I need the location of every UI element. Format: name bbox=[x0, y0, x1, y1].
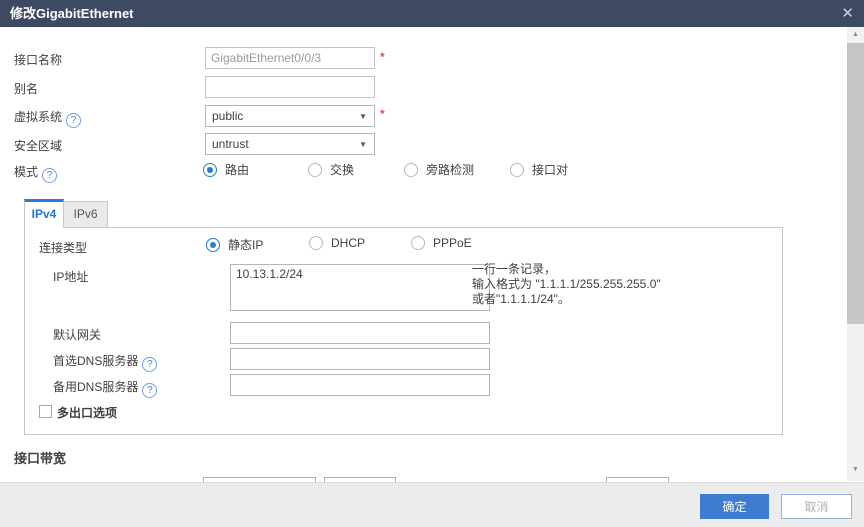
multi-exit-checkbox[interactable] bbox=[39, 405, 52, 418]
ipv4-panel: 连接类型 静态IP DHCP PPPoE IP地址 10.13.1.2/24 一… bbox=[24, 227, 783, 435]
virtual-system-required-mark: * bbox=[380, 107, 385, 121]
modify-interface-dialog: 修改GigabitEthernet ✕ 接口名称 * 别名 虚拟系统? publ… bbox=[0, 0, 864, 527]
scroll-up-icon[interactable]: ▲ bbox=[847, 27, 864, 42]
mode-radio-route[interactable]: 路由 bbox=[203, 161, 249, 178]
virtual-system-label: 虚拟系统? bbox=[14, 108, 81, 128]
ip-address-textarea[interactable]: 10.13.1.2/24 bbox=[230, 264, 490, 311]
ip-address-label: IP地址 bbox=[53, 268, 88, 285]
connection-type-option-label: PPPoE bbox=[433, 236, 472, 250]
secondary-dns-input[interactable] bbox=[230, 374, 490, 396]
connection-type-radio-dhcp[interactable]: DHCP bbox=[309, 236, 365, 250]
cancel-button[interactable]: 取消 bbox=[781, 494, 852, 519]
primary-dns-input[interactable] bbox=[230, 348, 490, 370]
security-zone-select[interactable]: untrust ▼ bbox=[205, 133, 375, 155]
connection-type-option-label: 静态IP bbox=[228, 236, 263, 253]
virtual-system-value: public bbox=[212, 109, 243, 123]
mode-option-label: 接口对 bbox=[532, 161, 568, 178]
dialog-footer: 确定 取消 bbox=[0, 482, 864, 527]
dialog-title: 修改GigabitEthernet bbox=[10, 0, 134, 27]
secondary-dns-label: 备用DNS服务器? bbox=[53, 378, 157, 398]
ok-button[interactable]: 确定 bbox=[700, 494, 769, 519]
dropdown-arrow-icon: ▼ bbox=[359, 112, 367, 121]
tab-ipv6[interactable]: IPv6 bbox=[63, 201, 108, 227]
radio-unselected-icon bbox=[308, 163, 322, 177]
mode-option-label: 路由 bbox=[225, 161, 249, 178]
close-icon[interactable]: ✕ bbox=[841, 0, 854, 27]
radio-unselected-icon bbox=[510, 163, 524, 177]
bandwidth-section-title: 接口带宽 bbox=[14, 448, 66, 467]
security-zone-value: untrust bbox=[212, 137, 249, 151]
virtual-system-label-text: 虚拟系统 bbox=[14, 110, 62, 124]
radio-unselected-icon bbox=[411, 236, 425, 250]
connection-type-label: 连接类型 bbox=[39, 239, 87, 256]
ip-hint-line: 一行一条记录， bbox=[472, 262, 661, 277]
security-zone-label: 安全区域 bbox=[14, 137, 62, 154]
radio-selected-icon bbox=[203, 163, 217, 177]
connection-type-option-label: DHCP bbox=[331, 236, 365, 250]
default-gateway-label: 默认网关 bbox=[53, 326, 101, 343]
mode-radio-interface-pair[interactable]: 接口对 bbox=[510, 161, 568, 178]
help-icon[interactable]: ? bbox=[66, 113, 81, 128]
default-gateway-input[interactable] bbox=[230, 322, 490, 344]
mode-radio-bypass[interactable]: 旁路检测 bbox=[404, 161, 474, 178]
radio-unselected-icon bbox=[309, 236, 323, 250]
primary-dns-label: 首选DNS服务器? bbox=[53, 352, 157, 372]
connection-type-radio-pppoe[interactable]: PPPoE bbox=[411, 236, 472, 250]
help-icon[interactable]: ? bbox=[142, 357, 157, 372]
ip-hint-line: 或者"1.1.1.1/24"。 bbox=[472, 292, 661, 307]
connection-type-radio-static-ip[interactable]: 静态IP bbox=[206, 236, 263, 253]
radio-unselected-icon bbox=[404, 163, 418, 177]
ip-hint-line: 输入格式为 "1.1.1.1/255.255.255.0" bbox=[472, 277, 661, 292]
multi-exit-label: 多出口选项 bbox=[57, 404, 117, 421]
primary-dns-label-text: 首选DNS服务器 bbox=[53, 354, 138, 368]
scrollbar-thumb[interactable] bbox=[847, 43, 864, 324]
scroll-down-icon[interactable]: ▼ bbox=[847, 462, 864, 477]
dialog-titlebar: 修改GigabitEthernet ✕ bbox=[0, 0, 864, 27]
scrollbar[interactable]: ▲ ▼ bbox=[847, 27, 864, 481]
ip-address-hint: 一行一条记录， 输入格式为 "1.1.1.1/255.255.255.0" 或者… bbox=[472, 262, 661, 307]
virtual-system-select[interactable]: public ▼ bbox=[205, 105, 375, 127]
mode-radio-switch[interactable]: 交换 bbox=[308, 161, 354, 178]
alias-label: 别名 bbox=[14, 80, 38, 97]
mode-label-text: 模式 bbox=[14, 165, 38, 179]
interface-name-label: 接口名称 bbox=[14, 51, 62, 68]
interface-name-required-mark: * bbox=[380, 50, 385, 64]
secondary-dns-label-text: 备用DNS服务器 bbox=[53, 380, 138, 394]
mode-option-label: 旁路检测 bbox=[426, 161, 474, 178]
radio-selected-icon bbox=[206, 238, 220, 252]
mode-label: 模式? bbox=[14, 163, 57, 183]
help-icon[interactable]: ? bbox=[142, 383, 157, 398]
alias-input[interactable] bbox=[205, 76, 375, 98]
dropdown-arrow-icon: ▼ bbox=[359, 140, 367, 149]
interface-name-input bbox=[205, 47, 375, 69]
tab-ipv4[interactable]: IPv4 bbox=[24, 199, 64, 228]
mode-option-label: 交换 bbox=[330, 161, 354, 178]
help-icon[interactable]: ? bbox=[42, 168, 57, 183]
